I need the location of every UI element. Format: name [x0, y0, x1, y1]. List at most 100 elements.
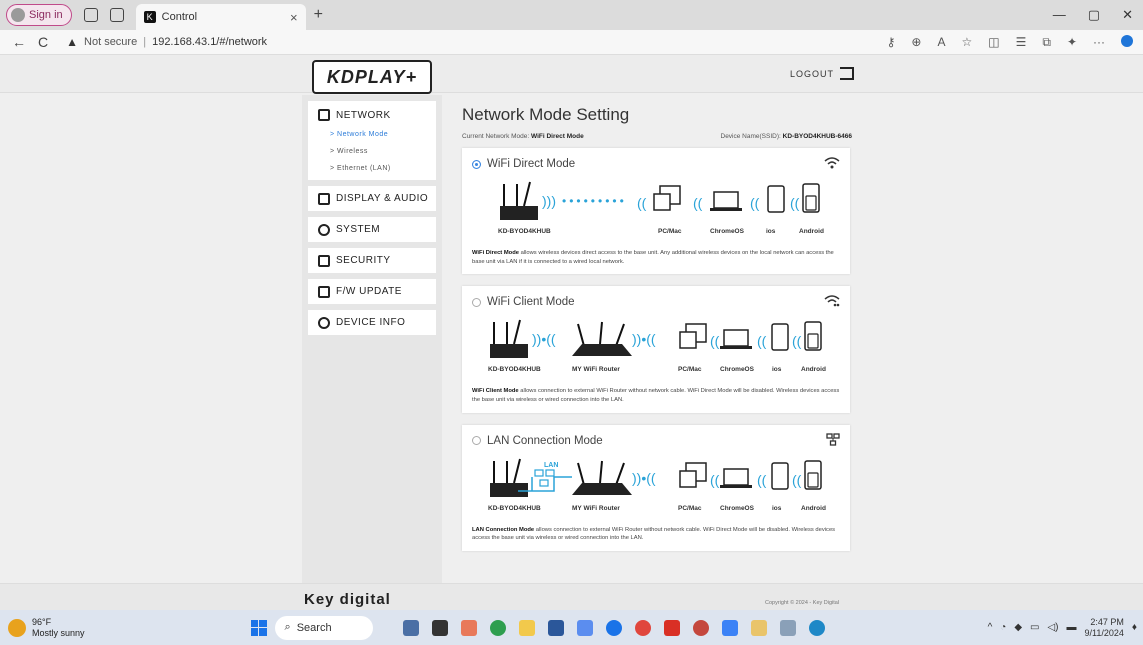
- svg-text:((: ((: [710, 472, 720, 488]
- diagram-label: PC/Mac: [658, 228, 682, 235]
- new-tab-button[interactable]: +: [314, 6, 323, 24]
- diagram-label: PC/Mac: [678, 366, 702, 373]
- chevron-up-icon[interactable]: ^: [988, 622, 993, 633]
- network-icon: [318, 109, 330, 121]
- app-icon[interactable]: [402, 619, 419, 636]
- read-aloud-icon[interactable]: A: [937, 35, 945, 50]
- sidebar-item-display-audio[interactable]: DISPLAY & AUDIO: [308, 186, 436, 211]
- sidebar-item-device-info[interactable]: DEVICE INFO: [308, 310, 436, 335]
- app-icon[interactable]: [460, 619, 477, 636]
- sidebar-item-label: SECURITY: [336, 255, 391, 266]
- favorites-icon[interactable]: ☰: [1016, 35, 1027, 50]
- sidebar-item-label: DISPLAY & AUDIO: [336, 193, 429, 204]
- extensions-icon[interactable]: ✦: [1067, 35, 1077, 50]
- network-icon[interactable]: ▭: [1030, 622, 1039, 633]
- favorite-star-icon[interactable]: ☆: [961, 35, 972, 50]
- logout-button[interactable]: LOGOUT: [790, 67, 855, 80]
- url-separator: |: [143, 36, 147, 48]
- chrome-icon[interactable]: [692, 619, 709, 636]
- tray-app-icon[interactable]: ◆: [1014, 622, 1022, 633]
- workspaces-icon[interactable]: [83, 8, 98, 22]
- wifi-direct-radio[interactable]: [472, 159, 481, 169]
- weather-temp: 96°F: [32, 616, 52, 627]
- wifi-client-radio[interactable]: [472, 297, 481, 307]
- diagram-label: KD-BYOD4KHUB: [488, 366, 541, 373]
- app-icon[interactable]: [431, 619, 448, 636]
- sign-in-button[interactable]: Sign in: [6, 4, 72, 26]
- volume-icon[interactable]: ◁): [1047, 622, 1058, 633]
- sidebar-item-label: NETWORK: [336, 109, 391, 121]
- phone-icon: [804, 460, 822, 490]
- collections-icon[interactable]: ⧉: [1042, 35, 1051, 50]
- word-icon[interactable]: [547, 619, 564, 636]
- tab-title: Control: [161, 11, 198, 23]
- app-icon[interactable]: [605, 619, 622, 636]
- mode-card-wifi-direct[interactable]: WiFi Direct Mode ))) ••••••••• (( (( (( …: [462, 148, 850, 275]
- svg-text:))•((: ))•((: [532, 331, 556, 347]
- svg-text:((: ((: [637, 195, 647, 211]
- clock[interactable]: 2:47 PM 9/11/2024: [1085, 617, 1124, 639]
- weather-widget[interactable]: 96°F Mostly sunny: [8, 617, 85, 639]
- web-page: KDPLAY+ LOGOUT NETWORK > Network Mode > …: [0, 55, 1143, 610]
- zoom-icon[interactable]: ⊕: [911, 35, 921, 50]
- sign-in-label: Sign in: [29, 9, 63, 21]
- sidebar-sub-ethernet[interactable]: > Ethernet (LAN): [330, 165, 391, 172]
- sidebar-item-fw-update[interactable]: F/W UPDATE: [308, 279, 436, 304]
- mode-card-lan[interactable]: LAN Connection Mode LAN ))•(( (( (( ((K…: [462, 424, 850, 552]
- back-icon[interactable]: ←: [12, 34, 26, 50]
- more-icon[interactable]: ···: [1093, 35, 1105, 50]
- sidebar-item-label: SYSTEM: [336, 224, 381, 235]
- battery-icon[interactable]: ▬: [1067, 622, 1077, 633]
- app-icon[interactable]: [750, 619, 767, 636]
- tray-app-icon[interactable]: ◔: [1000, 622, 1006, 633]
- svg-text:•••••••••: •••••••••: [562, 194, 627, 208]
- sidebar-sub-wireless[interactable]: > Wireless: [330, 148, 368, 155]
- minimize-icon[interactable]: —: [1053, 7, 1066, 23]
- search-icon: ⌕: [284, 621, 291, 633]
- refresh-icon[interactable]: C: [38, 34, 48, 50]
- app-icon[interactable]: [721, 619, 738, 636]
- app-icon[interactable]: [634, 619, 651, 636]
- laptop-icon: [710, 191, 742, 211]
- windows-start-icon[interactable]: [250, 619, 267, 636]
- tablet-icon: [771, 323, 789, 352]
- svg-text:((: ((: [792, 472, 802, 488]
- profile-avatar-icon: [11, 8, 25, 22]
- mode-description: WiFi Direct Mode allows wireless devices…: [472, 249, 840, 266]
- clock-date: 9/11/2024: [1084, 627, 1124, 638]
- svg-text:))): ))): [542, 193, 556, 209]
- browser-tab[interactable]: K Control ×: [135, 4, 306, 30]
- sidebar-item-system[interactable]: SYSTEM: [308, 217, 436, 242]
- system-tray: ^ ◔ ◆ ▭ ◁) ▬ 2:47 PM 9/11/2024 ♦: [988, 617, 1137, 639]
- close-window-icon[interactable]: ✕: [1122, 7, 1133, 23]
- split-screen-icon[interactable]: ◫: [988, 35, 999, 50]
- lan-mode-radio[interactable]: [472, 436, 481, 446]
- restore-icon[interactable]: ▢: [1088, 7, 1100, 23]
- wifi-client-icon: [824, 294, 840, 310]
- tab-actions-icon[interactable]: [109, 8, 124, 22]
- copilot-icon[interactable]: [1121, 34, 1133, 47]
- sidebar-item-network[interactable]: NETWORK > Network Mode > Wireless > Ethe…: [308, 101, 436, 180]
- network-status-line: Current Network Mode: WiFi Direct Mode D…: [462, 133, 852, 140]
- app-icon[interactable]: [779, 619, 796, 636]
- app-icon[interactable]: [576, 619, 593, 636]
- taskbar-search[interactable]: ⌕ Search: [274, 615, 373, 640]
- browser-toolbar: ⚷ ⊕ A ☆ ◫ ☰ ⧉ ✦ ···: [887, 34, 1133, 50]
- address-bar[interactable]: ▲ Not secure | 192.168.43.1/#/network: [66, 35, 267, 49]
- wifi-direct-diagram: ))) ••••••••• (( (( (( (( KD-BYOD4KHUB P…: [498, 181, 824, 235]
- notification-bell-icon[interactable]: ♦: [1132, 622, 1137, 633]
- edge-icon[interactable]: [808, 619, 825, 636]
- key-icon[interactable]: ⚷: [887, 35, 896, 50]
- taskbar-apps: [402, 619, 825, 636]
- tab-close-icon[interactable]: ×: [290, 10, 298, 25]
- mode-title: WiFi Client Mode: [487, 296, 575, 309]
- sidebar-sub-network-mode[interactable]: > Network Mode: [330, 131, 388, 138]
- diagram-label: ChromeOS: [720, 505, 755, 512]
- chrome-icon[interactable]: [489, 619, 506, 636]
- mode-card-wifi-client[interactable]: WiFi Client Mode ))•(( ))•(( (( (( (( KD…: [462, 286, 850, 413]
- weather-sun-icon: [8, 618, 26, 637]
- pdf-icon[interactable]: [663, 619, 680, 636]
- file-explorer-icon[interactable]: [518, 619, 535, 636]
- lan-label: LAN: [544, 462, 558, 469]
- sidebar-item-security[interactable]: SECURITY: [308, 248, 436, 273]
